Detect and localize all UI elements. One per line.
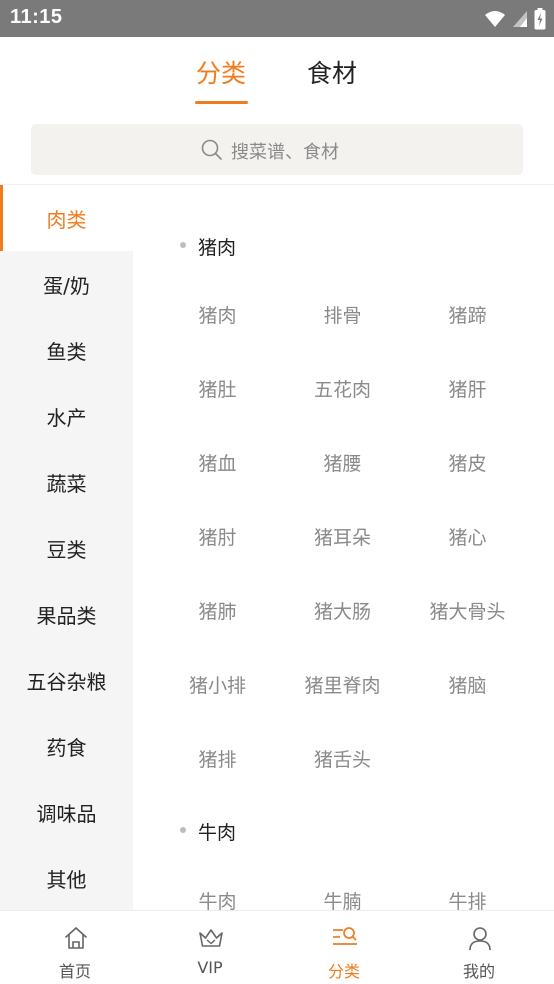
search-input[interactable]: 搜菜谱、食材 xyxy=(31,124,523,175)
nav-category[interactable]: 分类 xyxy=(275,911,413,984)
search-icon xyxy=(201,139,222,160)
sidebar-item-label: 豆类 xyxy=(46,537,87,562)
sidebar-item-other[interactable]: 其他 xyxy=(0,845,133,911)
ingredient-item[interactable]: 五花肉 xyxy=(280,375,405,402)
bottom-nav: 首页 VIP 分类 我的 xyxy=(0,910,554,984)
sidebar-item-fish[interactable]: 鱼类 xyxy=(0,317,133,383)
ingredient-item[interactable]: 猪小排 xyxy=(155,671,280,698)
sidebar-item-medicinal[interactable]: 药食 xyxy=(0,713,133,779)
ingredient-list: 猪肉 猪肉 排骨 猪蹄 猪肚 五花肉 猪肝 猪血 猪腰 猪皮 猪肘 猪耳朵 猪心… xyxy=(133,185,554,910)
sidebar-item-label: 其他 xyxy=(46,867,87,892)
sidebar-item-label: 果品类 xyxy=(36,603,97,628)
search-placeholder: 搜菜谱、食材 xyxy=(231,142,339,163)
ingredient-item[interactable]: 猪里脊肉 xyxy=(280,671,405,698)
sidebar-item-vegetables[interactable]: 蔬菜 xyxy=(0,449,133,515)
ingredient-item[interactable]: 猪耳朵 xyxy=(280,523,405,550)
sidebar-item-label: 鱼类 xyxy=(46,339,87,364)
ingredient-item[interactable]: 猪排 xyxy=(155,745,280,772)
status-time: 11:15 xyxy=(10,6,63,28)
nav-vip[interactable]: VIP xyxy=(141,911,279,984)
sidebar-item-label: 水产 xyxy=(46,405,87,430)
ingredient-item[interactable]: 猪皮 xyxy=(405,449,530,476)
ingredient-item[interactable]: 猪蹄 xyxy=(405,301,530,328)
sidebar-item-label: 调味品 xyxy=(36,801,97,826)
sidebar-item-seafood[interactable]: 水产 xyxy=(0,383,133,449)
ingredient-item[interactable]: 猪肘 xyxy=(155,523,280,550)
ingredient-item[interactable]: 猪肉 xyxy=(155,301,280,328)
ingredient-item[interactable]: 猪大肠 xyxy=(280,597,405,624)
sidebar-item-label: 药食 xyxy=(46,735,87,760)
ingredient-item[interactable]: 猪血 xyxy=(155,449,280,476)
category-sidebar: 肉类 蛋/奶 鱼类 水产 蔬菜 豆类 果品类 五谷杂粮 药食 调味品 其他 xyxy=(0,185,133,910)
section-title: 牛肉 xyxy=(198,822,237,844)
sidebar-item-fruits[interactable]: 果品类 xyxy=(0,581,133,647)
sidebar-item-seasoning[interactable]: 调味品 xyxy=(0,779,133,845)
ingredient-item[interactable]: 猪肚 xyxy=(155,375,280,402)
ingredient-item[interactable]: 猪心 xyxy=(405,523,530,550)
home-icon xyxy=(65,927,87,949)
ingredient-item[interactable]: 牛腩 xyxy=(280,887,405,910)
sidebar-item-label: 五谷杂粮 xyxy=(26,669,107,694)
ingredient-item[interactable]: 猪肝 xyxy=(405,375,530,402)
sidebar-item-egg-milk[interactable]: 蛋/奶 xyxy=(0,251,133,317)
section-bullet xyxy=(180,242,186,248)
sidebar-item-beans[interactable]: 豆类 xyxy=(0,515,133,581)
crown-icon xyxy=(199,929,223,947)
nav-label: 分类 xyxy=(327,962,360,981)
nav-me[interactable]: 我的 xyxy=(410,911,548,984)
section-bullet xyxy=(180,827,186,833)
ingredient-item[interactable]: 猪舌头 xyxy=(280,745,405,772)
sidebar-item-label: 蔬菜 xyxy=(46,471,87,496)
ingredient-item[interactable]: 排骨 xyxy=(280,301,405,328)
nav-label: 首页 xyxy=(58,962,91,981)
ingredient-item[interactable]: 猪脑 xyxy=(405,671,530,698)
sidebar-active-indicator xyxy=(0,185,3,251)
battery-icon xyxy=(534,8,546,30)
nav-label: 我的 xyxy=(462,962,495,981)
tab-ingredients[interactable]: 食材 xyxy=(307,54,357,90)
sidebar-item-grains[interactable]: 五谷杂粮 xyxy=(0,647,133,713)
user-icon xyxy=(469,927,491,951)
tab-category[interactable]: 分类 xyxy=(196,54,246,90)
top-tab-bar: 分类 食材 xyxy=(0,37,554,109)
sidebar-item-meat[interactable]: 肉类 xyxy=(0,185,133,251)
sidebar-item-label: 蛋/奶 xyxy=(43,273,90,298)
signal-icon xyxy=(513,11,527,27)
ingredient-item[interactable]: 猪大骨头 xyxy=(405,597,530,624)
ingredient-item[interactable]: 牛肉 xyxy=(155,887,280,910)
ingredient-item[interactable]: 猪腰 xyxy=(280,449,405,476)
ingredient-item[interactable]: 牛排 xyxy=(405,887,530,910)
ingredient-item[interactable]: 猪肺 xyxy=(155,597,280,624)
active-tab-indicator xyxy=(195,101,248,104)
wifi-icon xyxy=(485,11,505,27)
status-icons xyxy=(484,8,546,30)
nav-label: VIP xyxy=(197,958,223,977)
section-title: 猪肉 xyxy=(198,237,237,259)
category-search-icon xyxy=(333,927,357,945)
sidebar-item-label: 肉类 xyxy=(46,207,87,232)
status-bar: 11:15 xyxy=(0,0,554,37)
nav-home[interactable]: 首页 xyxy=(6,911,144,984)
